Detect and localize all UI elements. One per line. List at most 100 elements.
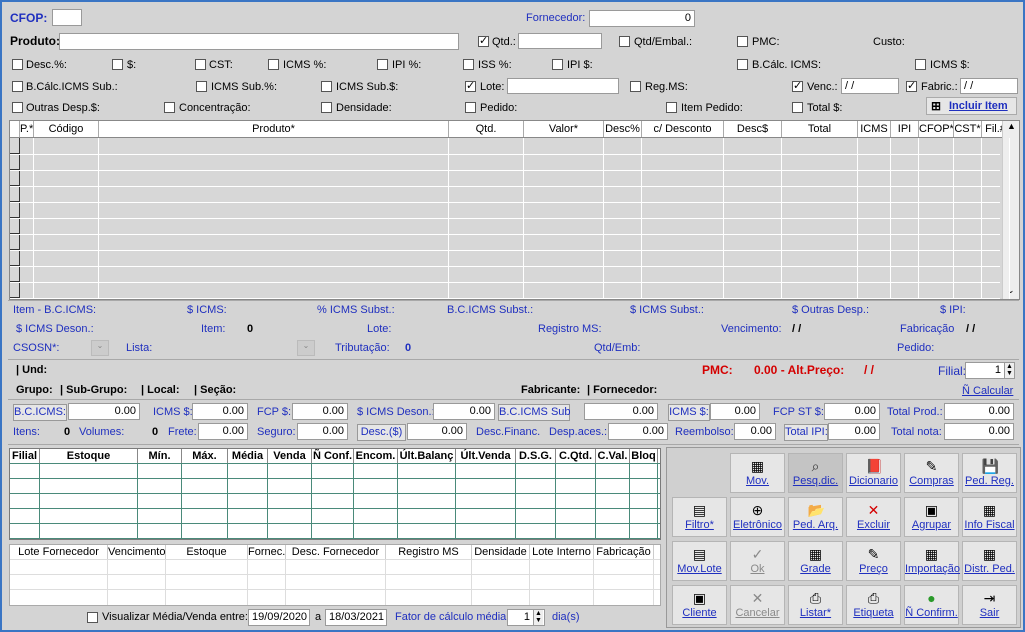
iss-pct-checkbox[interactable] bbox=[463, 59, 474, 70]
csosn-dropdown-chevron-icon[interactable]: ⌄ bbox=[91, 340, 109, 356]
desc-dollar-button[interactable]: Desc.($) bbox=[357, 424, 406, 441]
produto-input[interactable] bbox=[59, 33, 459, 50]
grid-header-6[interactable]: c/ Desconto bbox=[642, 121, 724, 137]
bc-icms-button[interactable]: B.C.ICMS: bbox=[13, 404, 67, 421]
ipi-pct-checkbox[interactable] bbox=[377, 59, 388, 70]
stock-header-0[interactable]: Filial bbox=[10, 449, 40, 463]
dollar-checkbox[interactable] bbox=[112, 59, 123, 70]
lote-header-7[interactable]: Lote Interno bbox=[530, 545, 594, 559]
concentracao-checkbox[interactable] bbox=[164, 102, 175, 113]
qtd-checkbox[interactable] bbox=[478, 34, 489, 47]
grid-header-2[interactable]: Produto* bbox=[99, 121, 449, 137]
stock-header-4[interactable]: Média bbox=[228, 449, 268, 463]
stock-header-13[interactable]: Bloq bbox=[630, 449, 658, 463]
cancelar-button[interactable]: ✕ Cancelar bbox=[730, 585, 785, 625]
venc-input[interactable]: / / bbox=[841, 78, 899, 94]
fabric-checkbox[interactable] bbox=[906, 79, 917, 92]
scroll-up-icon[interactable]: ▲ bbox=[1007, 121, 1016, 131]
mov-button[interactable]: ▦ Mov. bbox=[730, 453, 785, 493]
icms-sub-button[interactable]: ICMS $: bbox=[668, 404, 710, 421]
lote-header-4[interactable]: Desc. Fornecedor bbox=[286, 545, 386, 559]
fator-spinner[interactable]: ▲ ▼ bbox=[533, 610, 543, 625]
grid-header-0[interactable]: P.* bbox=[20, 121, 34, 137]
lote-checkbox[interactable] bbox=[465, 79, 476, 92]
lote-header-5[interactable]: Registro MS bbox=[386, 545, 472, 559]
visualizar-checkbox[interactable] bbox=[87, 612, 98, 623]
grid-header-11[interactable]: CFOP* bbox=[919, 121, 954, 137]
grid-header-9[interactable]: ICMS bbox=[858, 121, 891, 137]
bc-icms-checkbox[interactable] bbox=[737, 59, 748, 70]
n-calcular-link[interactable]: Ñ Calcular bbox=[962, 385, 1013, 397]
icms-sub-dollar-checkbox[interactable] bbox=[321, 81, 332, 92]
lote-input[interactable] bbox=[507, 78, 619, 94]
ñ-confirm-button[interactable]: ● Ñ Confirm. bbox=[904, 585, 959, 625]
grid-row-indicator[interactable] bbox=[10, 154, 19, 170]
preço-button[interactable]: ✎ Preço bbox=[846, 541, 901, 581]
etiqueta-button[interactable]: ⎙ Etiqueta bbox=[846, 585, 901, 625]
total-dollar-checkbox[interactable] bbox=[792, 102, 803, 113]
distr-ped-button[interactable]: ▦ Distr. Ped. bbox=[962, 541, 1017, 581]
stock-header-3[interactable]: Máx. bbox=[182, 449, 228, 463]
stock-header-9[interactable]: Últ.Venda bbox=[456, 449, 516, 463]
frete-value[interactable]: 0.00 bbox=[198, 423, 248, 440]
lote-header-3[interactable]: Fornec. bbox=[248, 545, 286, 559]
ped-arq-button[interactable]: 📂 Ped. Arq. bbox=[788, 497, 843, 537]
compras-button[interactable]: ✎ Compras bbox=[904, 453, 959, 493]
grid-header-1[interactable]: Código bbox=[34, 121, 99, 137]
grid-header-3[interactable]: Qtd. bbox=[449, 121, 524, 137]
icms-dollar-checkbox[interactable] bbox=[915, 59, 926, 70]
grid-row-indicator[interactable] bbox=[10, 138, 19, 154]
grid-row-indicator[interactable] bbox=[10, 202, 19, 218]
desc-dollar-value[interactable]: 0.00 bbox=[407, 423, 467, 440]
filial-spinner[interactable]: ▲ ▼ bbox=[1004, 363, 1014, 378]
qtd-embal-checkbox[interactable] bbox=[619, 36, 630, 47]
eletrônico-button[interactable]: ⊕ Eletrônico bbox=[730, 497, 785, 537]
pedido-checkbox[interactable] bbox=[465, 102, 476, 113]
grid-header-8[interactable]: Total bbox=[782, 121, 858, 137]
grid-row-indicator[interactable] bbox=[10, 170, 19, 186]
total-ipi-button[interactable]: Total IPI: bbox=[784, 424, 828, 441]
cst-checkbox[interactable] bbox=[195, 59, 206, 70]
lote-header-8[interactable]: Fabricação bbox=[594, 545, 654, 559]
stock-header-2[interactable]: Mín. bbox=[138, 449, 182, 463]
ped-reg-button[interactable]: 💾 Ped. Reg. bbox=[962, 453, 1017, 493]
date-to-input[interactable]: 18/03/2021 bbox=[325, 609, 387, 626]
incluir-item-button[interactable]: ⊞ Incluir Item bbox=[926, 97, 1017, 115]
reembolso-value[interactable]: 0.00 bbox=[734, 423, 776, 440]
info-fiscal-button[interactable]: ▦ Info Fiscal bbox=[962, 497, 1017, 537]
bc-icms-sub-button[interactable]: B.C.ICMS Sub bbox=[498, 404, 571, 421]
listar-button[interactable]: ⎙ Listar* bbox=[788, 585, 843, 625]
grid-row-indicator[interactable] bbox=[10, 282, 19, 298]
stock-header-1[interactable]: Estoque bbox=[40, 449, 138, 463]
stock-header-7[interactable]: Encom. bbox=[354, 449, 398, 463]
grid-header-5[interactable]: Desc% bbox=[604, 121, 642, 137]
lista-dropdown-chevron-icon[interactable]: ⌄ bbox=[297, 340, 315, 356]
agrupar-button[interactable]: ▣ Agrupar bbox=[904, 497, 959, 537]
grade-button[interactable]: ▦ Grade bbox=[788, 541, 843, 581]
lote-header-1[interactable]: Vencimento bbox=[108, 545, 166, 559]
stock-header-10[interactable]: D.S.G. bbox=[516, 449, 556, 463]
grid-header-12[interactable]: CST* bbox=[954, 121, 982, 137]
grid-row-indicator[interactable] bbox=[10, 186, 19, 202]
qtd-input[interactable] bbox=[518, 33, 602, 49]
icms-sub-pct-checkbox[interactable] bbox=[196, 81, 207, 92]
icms-pct-checkbox[interactable] bbox=[268, 59, 279, 70]
items-grid[interactable]: P.* Código Produto* Qtd. Valor* Desc% c/ Desco… bbox=[9, 120, 1020, 300]
bc-icms-sub-checkbox[interactable] bbox=[12, 81, 23, 92]
cfop-input[interactable] bbox=[52, 9, 82, 26]
grid-row-indicator[interactable] bbox=[10, 218, 19, 234]
grid-header-4[interactable]: Valor* bbox=[524, 121, 604, 137]
lote-header-2[interactable]: Estoque bbox=[166, 545, 248, 559]
outras-desp-checkbox[interactable] bbox=[12, 102, 23, 113]
lote-table[interactable]: Lote Fornecedor Vencimento Estoque Fornec. D… bbox=[9, 544, 661, 606]
stock-table[interactable]: Filial Estoque Mín. Máx. Média Venda Ñ Conf. En… bbox=[9, 448, 661, 540]
fornecedor-input[interactable]: 0 bbox=[589, 10, 695, 27]
stock-header-8[interactable]: Últ.Balanç bbox=[398, 449, 456, 463]
stock-header-12[interactable]: C.Val. bbox=[596, 449, 630, 463]
grid-scrollbar[interactable]: ▲ ⌄ bbox=[1002, 121, 1019, 299]
grid-row-indicator[interactable] bbox=[10, 234, 19, 250]
mov-lote-button[interactable]: ▤ Mov.Lote bbox=[672, 541, 727, 581]
ok-button[interactable]: ✓ Ok bbox=[730, 541, 785, 581]
grid-header-7[interactable]: Desc$ bbox=[724, 121, 782, 137]
desc-pct-checkbox[interactable] bbox=[12, 59, 23, 70]
